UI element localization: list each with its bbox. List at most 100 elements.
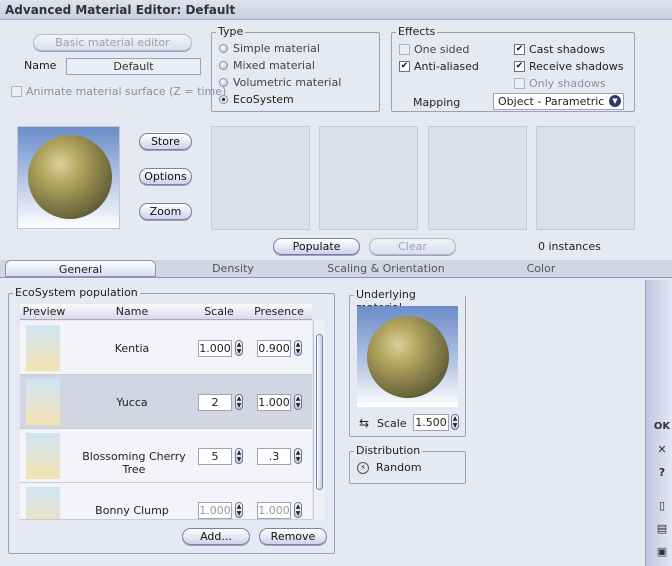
underlying-material-preview[interactable] — [357, 306, 458, 407]
mapping-label: Mapping — [413, 96, 461, 109]
animate-checkbox[interactable] — [11, 86, 22, 97]
population-preview-3[interactable] — [428, 126, 527, 230]
table-row[interactable]: Yucca 2 ▲ ▼ 1.000 ▲ ▼ — [20, 375, 312, 429]
ecosystem-radio[interactable] — [219, 95, 228, 104]
save-icon[interactable]: ▣ — [653, 543, 671, 561]
table-header: Preview Name Scale Presence — [20, 304, 312, 320]
distribution-value: Random — [376, 461, 422, 474]
presence-spinner[interactable]: ▲ ▼ — [294, 502, 302, 518]
chevron-down-icon: ▼ — [609, 95, 621, 107]
basic-material-editor-button[interactable]: Basic material editor — [33, 34, 192, 51]
title-bar: Advanced Material Editor: Default — [0, 0, 672, 20]
simple-material-label: Simple material — [233, 42, 320, 55]
store-button[interactable]: Store — [139, 133, 192, 150]
header-name: Name — [115, 305, 149, 318]
preview-sphere — [28, 135, 112, 219]
mixed-material-label: Mixed material — [233, 59, 315, 72]
instances-count: 0 instances — [538, 240, 601, 253]
one-sided-checkbox[interactable] — [399, 44, 410, 55]
close-icon[interactable]: ✕ — [653, 441, 671, 459]
presence-spinner[interactable]: ▲ ▼ — [294, 448, 302, 464]
cast-shadows-checkbox[interactable]: ✔ — [514, 44, 525, 55]
population-preview-1[interactable] — [211, 126, 310, 230]
scale-input[interactable]: 5 — [198, 448, 232, 465]
bonny-clump-thumbnail — [26, 487, 60, 519]
tab-scaling-orientation[interactable]: Scaling & Orientation — [310, 260, 462, 277]
volumetric-material-radio[interactable] — [219, 78, 228, 87]
header-presence: Presence — [254, 305, 304, 318]
only-shadows-label: Only shadows — [529, 77, 606, 90]
row-name: Blossoming Cherry Tree — [82, 450, 186, 476]
clear-button[interactable]: Clear — [369, 238, 456, 255]
scale-input[interactable]: 2 — [198, 394, 232, 411]
mapping-value: Object - Parametric — [498, 95, 605, 108]
populate-button[interactable]: Populate — [273, 238, 360, 255]
cast-shadows-label: Cast shadows — [529, 43, 605, 56]
type-group-title: Type — [216, 25, 246, 38]
header-preview: Preview — [22, 305, 66, 318]
link-icon[interactable]: ⇆ — [359, 416, 369, 430]
one-sided-label: One sided — [414, 43, 470, 56]
name-field[interactable]: Default — [66, 58, 201, 75]
effects-group-title: Effects — [396, 25, 438, 38]
mixed-material-radio[interactable] — [219, 61, 228, 70]
animate-label: Animate material surface (Z = time) — [26, 85, 227, 98]
tab-color[interactable]: Color — [464, 260, 618, 277]
anti-aliased-label: Anti-aliased — [414, 60, 479, 73]
scale-spinner[interactable]: ▲ ▼ — [235, 502, 243, 518]
distribution-title: Distribution — [354, 444, 423, 457]
scale-input[interactable]: 1.000 — [198, 340, 232, 357]
presence-input[interactable]: 1.000 — [257, 394, 291, 411]
open-folder-icon[interactable]: ▤ — [653, 520, 671, 538]
row-name: Bonny Clump — [95, 504, 169, 517]
row-name: Yucca — [116, 396, 148, 409]
header-scale: Scale — [204, 305, 234, 318]
presence-input[interactable]: 0.900 — [257, 340, 291, 357]
scrollbar-thumb[interactable] — [316, 334, 323, 490]
zoom-button[interactable]: Zoom — [139, 203, 192, 220]
tab-density[interactable]: Density — [158, 260, 308, 277]
table-row[interactable]: Blossoming Cherry Tree 5 ▲ ▼ .3 ▲ ▼ — [20, 429, 312, 483]
tab-general[interactable]: General — [5, 260, 156, 277]
scale-spinner[interactable]: ▲ ▼ — [235, 448, 243, 464]
presence-spinner[interactable]: ▲ ▼ — [294, 394, 302, 410]
table-row[interactable]: Bonny Clump 1.000 ▲ ▼ 1.000 ▲ ▼ — [20, 483, 312, 520]
help-icon[interactable]: ? — [653, 464, 671, 482]
underlying-scale-input[interactable]: 1.500 — [413, 414, 449, 431]
receive-shadows-label: Receive shadows — [529, 60, 624, 73]
population-preview-4[interactable] — [536, 126, 635, 230]
ecosystem-label: EcoSystem — [233, 93, 294, 106]
ecosystem-population-title: EcoSystem population — [13, 286, 140, 299]
scale-input[interactable]: 1.000 — [198, 502, 232, 519]
table-scrollbar[interactable] — [313, 320, 325, 520]
kentia-thumbnail — [26, 325, 60, 371]
underlying-sphere — [367, 316, 449, 398]
only-shadows-checkbox[interactable] — [514, 78, 525, 89]
material-preview — [17, 126, 120, 229]
yucca-thumbnail — [26, 379, 60, 425]
population-preview-2[interactable] — [319, 126, 418, 230]
ok-button[interactable]: OK — [653, 418, 671, 436]
row-name: Kentia — [114, 342, 150, 355]
underlying-scale-label: Scale — [377, 417, 407, 430]
add-button[interactable]: Add... — [182, 528, 250, 545]
scale-spinner[interactable]: ▲ ▼ — [235, 394, 243, 410]
options-button[interactable]: Options — [139, 168, 192, 185]
mapping-select[interactable]: Object - Parametric ▼ — [493, 93, 624, 110]
cherry-tree-thumbnail — [26, 433, 60, 479]
underlying-scale-spinner[interactable]: ▲ ▼ — [451, 414, 459, 430]
new-document-icon[interactable]: ▯ — [653, 497, 671, 515]
window-title: Advanced Material Editor: Default — [5, 3, 236, 17]
lightning-icon[interactable]: ⚡ — [357, 462, 369, 474]
remove-button[interactable]: Remove — [259, 528, 327, 545]
anti-aliased-checkbox[interactable]: ✔ — [399, 61, 410, 72]
volumetric-material-label: Volumetric material — [233, 76, 342, 89]
table-row[interactable]: Kentia 1.000 ▲ ▼ 0.900 ▲ ▼ — [20, 321, 312, 375]
presence-input[interactable]: .3 — [257, 448, 291, 465]
presence-spinner[interactable]: ▲ ▼ — [294, 340, 302, 356]
receive-shadows-checkbox[interactable]: ✔ — [514, 61, 525, 72]
presence-input[interactable]: 1.000 — [257, 502, 291, 519]
name-label: Name — [24, 59, 57, 72]
simple-material-radio[interactable] — [219, 44, 228, 53]
scale-spinner[interactable]: ▲ ▼ — [235, 340, 243, 356]
